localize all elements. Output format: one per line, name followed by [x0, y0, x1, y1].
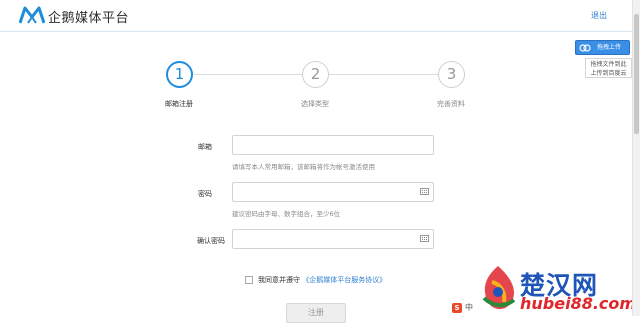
step-3-label: 完善资料 [437, 100, 465, 108]
logout-link[interactable]: 退出 [591, 10, 607, 21]
scrollbar-thumb[interactable] [634, 14, 639, 134]
email-field[interactable] [232, 135, 434, 155]
upload-tooltip-line1: 拖拽文件到此 [590, 61, 627, 68]
page-scrollbar[interactable] [632, 0, 640, 316]
email-label: 邮箱 [198, 143, 212, 151]
confirm-password-label: 确认密码 [197, 237, 225, 245]
register-button[interactable]: 注册 [286, 303, 346, 323]
step-2-label: 选择类型 [301, 100, 329, 108]
drag-upload-label: 拖拽上传 [597, 44, 622, 51]
cloud-icon [579, 44, 591, 52]
step-2-circle: 2 [302, 61, 329, 88]
watermark-logo-icon [482, 266, 516, 310]
step-1-circle: 1 [166, 61, 193, 88]
ime-mode[interactable]: 中 [465, 303, 473, 312]
step-1-label: 邮箱注册 [165, 100, 193, 108]
agree-prefix: 我同意并遵守 [258, 276, 300, 284]
upload-tooltip: 拖拽文件到此 上传到百度云 [585, 58, 632, 78]
drag-upload-button[interactable]: 拖拽上传 [575, 40, 630, 55]
brand-logo-icon [19, 6, 45, 24]
sogou-ime-icon: S [452, 303, 462, 313]
password-field[interactable] [232, 182, 434, 202]
keyboard-icon[interactable] [420, 188, 429, 195]
email-hint: 请填写本人常用邮箱，该邮箱将作为帐号激活使用 [232, 163, 375, 171]
keyboard-icon[interactable] [420, 235, 429, 242]
upload-tooltip-line2: 上传到百度云 [590, 70, 627, 77]
confirm-password-field[interactable] [232, 229, 434, 249]
password-hint: 建议密码由字母、数字组合，至少6位 [232, 210, 341, 218]
top-bar: 企鹅媒体平台 退出 [0, 0, 640, 32]
ime-status-bar[interactable]: S中 [452, 302, 473, 314]
service-agreement-link[interactable]: 《企鹅媒体平台服务协议》 [302, 276, 386, 284]
watermark-url: hubei88.com [520, 294, 637, 313]
password-label: 密码 [198, 190, 212, 198]
agree-text: 我同意并遵守 《企鹅媒体平台服务协议》 [258, 275, 386, 285]
step-3-circle: 3 [438, 61, 465, 88]
brand-name: 企鹅媒体平台 [48, 11, 130, 26]
agree-checkbox[interactable] [245, 276, 253, 284]
